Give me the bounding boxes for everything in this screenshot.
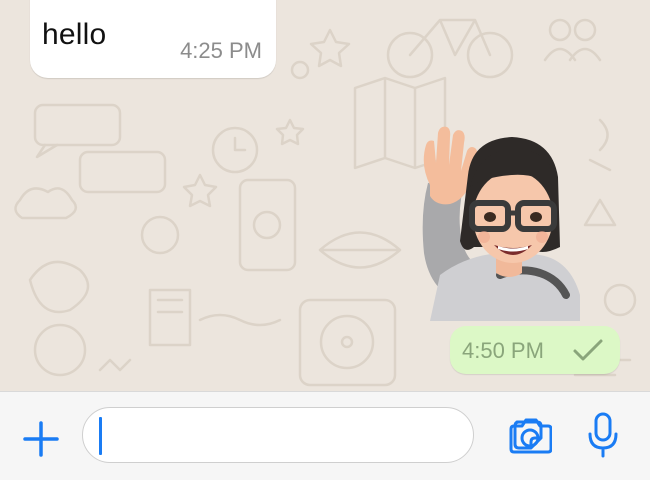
memoji-sticker[interactable] bbox=[410, 105, 586, 321]
message-text: hello bbox=[42, 18, 107, 51]
microphone-icon[interactable] bbox=[586, 412, 620, 458]
camera-icon[interactable] bbox=[508, 416, 552, 456]
outgoing-message-bubble[interactable]: 4:50 PM bbox=[450, 326, 620, 374]
check-icon bbox=[573, 339, 603, 361]
message-timestamp: 4:50 PM bbox=[462, 338, 544, 363]
text-caret bbox=[99, 417, 102, 455]
chat-area[interactable]: hello 4:25 PM 4:50 PM bbox=[0, 0, 650, 391]
message-input[interactable] bbox=[82, 407, 543, 463]
message-timestamp: 4:25 PM bbox=[180, 38, 262, 63]
chat-screen: hello 4:25 PM 4:50 PM bbox=[0, 0, 650, 480]
incoming-message-bubble[interactable]: hello 4:25 PM bbox=[30, 0, 276, 78]
plus-icon[interactable] bbox=[22, 420, 60, 458]
message-input-bar bbox=[0, 391, 650, 480]
